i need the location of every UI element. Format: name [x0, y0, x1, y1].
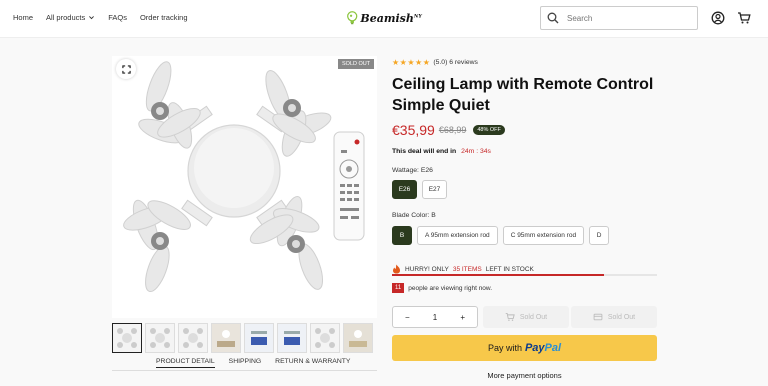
thumbnail-5[interactable]	[244, 323, 274, 353]
discount-badge: 48% OFF	[473, 125, 505, 135]
lightbulb-logo-icon	[347, 11, 358, 25]
blade-option-c-95mm[interactable]: C 95mm extension rod	[502, 226, 585, 245]
site-header: Home All products FAQs Order tracking Be…	[0, 0, 768, 38]
ceiling-lamp-image	[112, 56, 377, 318]
qty-decrement-button[interactable]: −	[405, 313, 410, 322]
hurry-prefix: HURRY! ONLY	[405, 265, 449, 273]
qty-value[interactable]: 1	[433, 313, 437, 322]
wattage-options: E26 E27	[392, 180, 447, 199]
thumbnail-3[interactable]	[178, 323, 208, 353]
fire-icon	[393, 264, 400, 274]
thumb-diagram-icon	[251, 331, 267, 345]
main-nav: Home All products FAQs Order tracking	[13, 13, 188, 22]
thumbnail-2[interactable]	[145, 323, 175, 353]
thumbnail-8[interactable]	[343, 323, 373, 353]
paypal-logo: PayPal	[525, 342, 561, 354]
product-info-tabs: PRODUCT DETAIL SHIPPING RETURN & WARRANT…	[156, 358, 350, 368]
blade-color-options: B A 95mm extension rod C 95mm extension …	[392, 226, 610, 245]
blade-color-label: Blade Color: B	[392, 212, 436, 219]
star-rating-icon: ★★★★★	[392, 58, 431, 67]
thumb-lamp-icon	[117, 328, 137, 348]
thumbnail-7[interactable]	[310, 323, 340, 353]
brand-name-text: Beamish	[360, 11, 414, 25]
search-box[interactable]	[540, 6, 698, 30]
deal-label: This deal will end in	[392, 148, 457, 155]
tab-shipping[interactable]: SHIPPING	[229, 358, 261, 368]
wattage-option-e26[interactable]: E26	[392, 180, 417, 199]
paypal-button[interactable]: Pay with PayPal	[392, 335, 657, 361]
viewers-text: people are viewing right now.	[408, 284, 493, 292]
thumbnail-1[interactable]	[112, 323, 142, 353]
search-icon	[547, 12, 559, 24]
stock-warning: HURRY! ONLY 35 ITEMS LEFT IN STOCK	[392, 264, 534, 274]
thumb-room-icon	[349, 330, 367, 347]
paypal-logo-pay: Pay	[524, 342, 545, 354]
more-payment-options-link[interactable]: More payment options	[392, 371, 657, 380]
hurry-suffix: LEFT IN STOCK	[485, 265, 534, 273]
sold-out-label: Sold Out	[607, 313, 636, 321]
rating-text: (5.0) 6 reviews	[433, 59, 478, 66]
tab-product-detail[interactable]: PRODUCT DETAIL	[156, 358, 215, 368]
chevron-down-icon	[89, 16, 95, 20]
quantity-stepper: − 1 +	[392, 306, 478, 328]
qty-increment-button[interactable]: +	[460, 313, 465, 322]
live-viewers: 11 people are viewing right now.	[392, 283, 492, 293]
thumb-lamp-icon	[150, 328, 170, 348]
wattage-label: Wattage: E26	[392, 167, 433, 174]
fullscreen-icon	[121, 64, 131, 74]
expand-image-button[interactable]	[116, 59, 136, 79]
nav-order-tracking[interactable]: Order tracking	[140, 13, 188, 22]
stock-progress-fill	[392, 274, 604, 276]
product-title: Ceiling Lamp with Remote Control Simple …	[392, 76, 654, 114]
wattage-option-e27[interactable]: E27	[422, 180, 447, 199]
deal-timer: 24m : 34s	[461, 148, 491, 155]
stock-count: 35 ITEMS	[452, 265, 482, 273]
thumbnail-4[interactable]	[211, 323, 241, 353]
paypal-prefix: Pay with	[487, 343, 522, 353]
tab-return-warranty[interactable]: RETURN & WARRANTY	[275, 358, 350, 368]
nav-faqs[interactable]: FAQs	[108, 13, 127, 22]
price-row: €35,99 €68,99 48% OFF	[392, 122, 505, 138]
product-rating[interactable]: ★★★★★ (5.0) 6 reviews	[392, 58, 478, 67]
brand-sup: NY	[413, 12, 422, 19]
add-to-cart-sold-out-button[interactable]: Sold Out	[483, 306, 569, 328]
sold-out-badge: SOLD OUT	[338, 59, 375, 69]
sold-out-label: Sold Out	[519, 313, 548, 321]
blade-option-b[interactable]: B	[392, 226, 412, 245]
nav-home[interactable]: Home	[13, 13, 33, 22]
cart-icon	[505, 312, 515, 321]
paypal-logo-pal: Pal	[544, 342, 562, 354]
thumb-room-icon	[217, 330, 235, 347]
buy-now-sold-out-button[interactable]: Sold Out	[571, 306, 657, 328]
brand-name: BeamishNY	[360, 12, 422, 25]
blade-option-d[interactable]: D	[589, 226, 610, 245]
thumb-diagram-icon	[284, 331, 300, 345]
tabs-divider	[112, 370, 377, 371]
stock-progress-bar	[392, 274, 657, 276]
product-main-image[interactable]	[112, 56, 377, 318]
search-input[interactable]	[567, 13, 687, 23]
deal-countdown: This deal will end in 24m : 34s	[392, 148, 491, 155]
thumbnail-6[interactable]	[277, 323, 307, 353]
thumb-lamp-icon	[315, 328, 335, 348]
account-icon[interactable]	[711, 11, 725, 25]
current-price: €35,99	[392, 122, 435, 138]
thumb-lamp-icon	[183, 328, 203, 348]
viewer-count: 11	[392, 283, 405, 293]
blade-option-a-95mm[interactable]: A 95mm extension rod	[417, 226, 498, 245]
card-icon	[593, 313, 603, 321]
original-price: €68,99	[438, 125, 467, 135]
cart-icon[interactable]	[737, 11, 751, 25]
nav-all-products-label: All products	[46, 13, 86, 22]
thumbnail-strip	[112, 323, 373, 353]
nav-all-products[interactable]: All products	[46, 13, 95, 22]
brand-logo[interactable]: BeamishNY	[346, 4, 422, 32]
